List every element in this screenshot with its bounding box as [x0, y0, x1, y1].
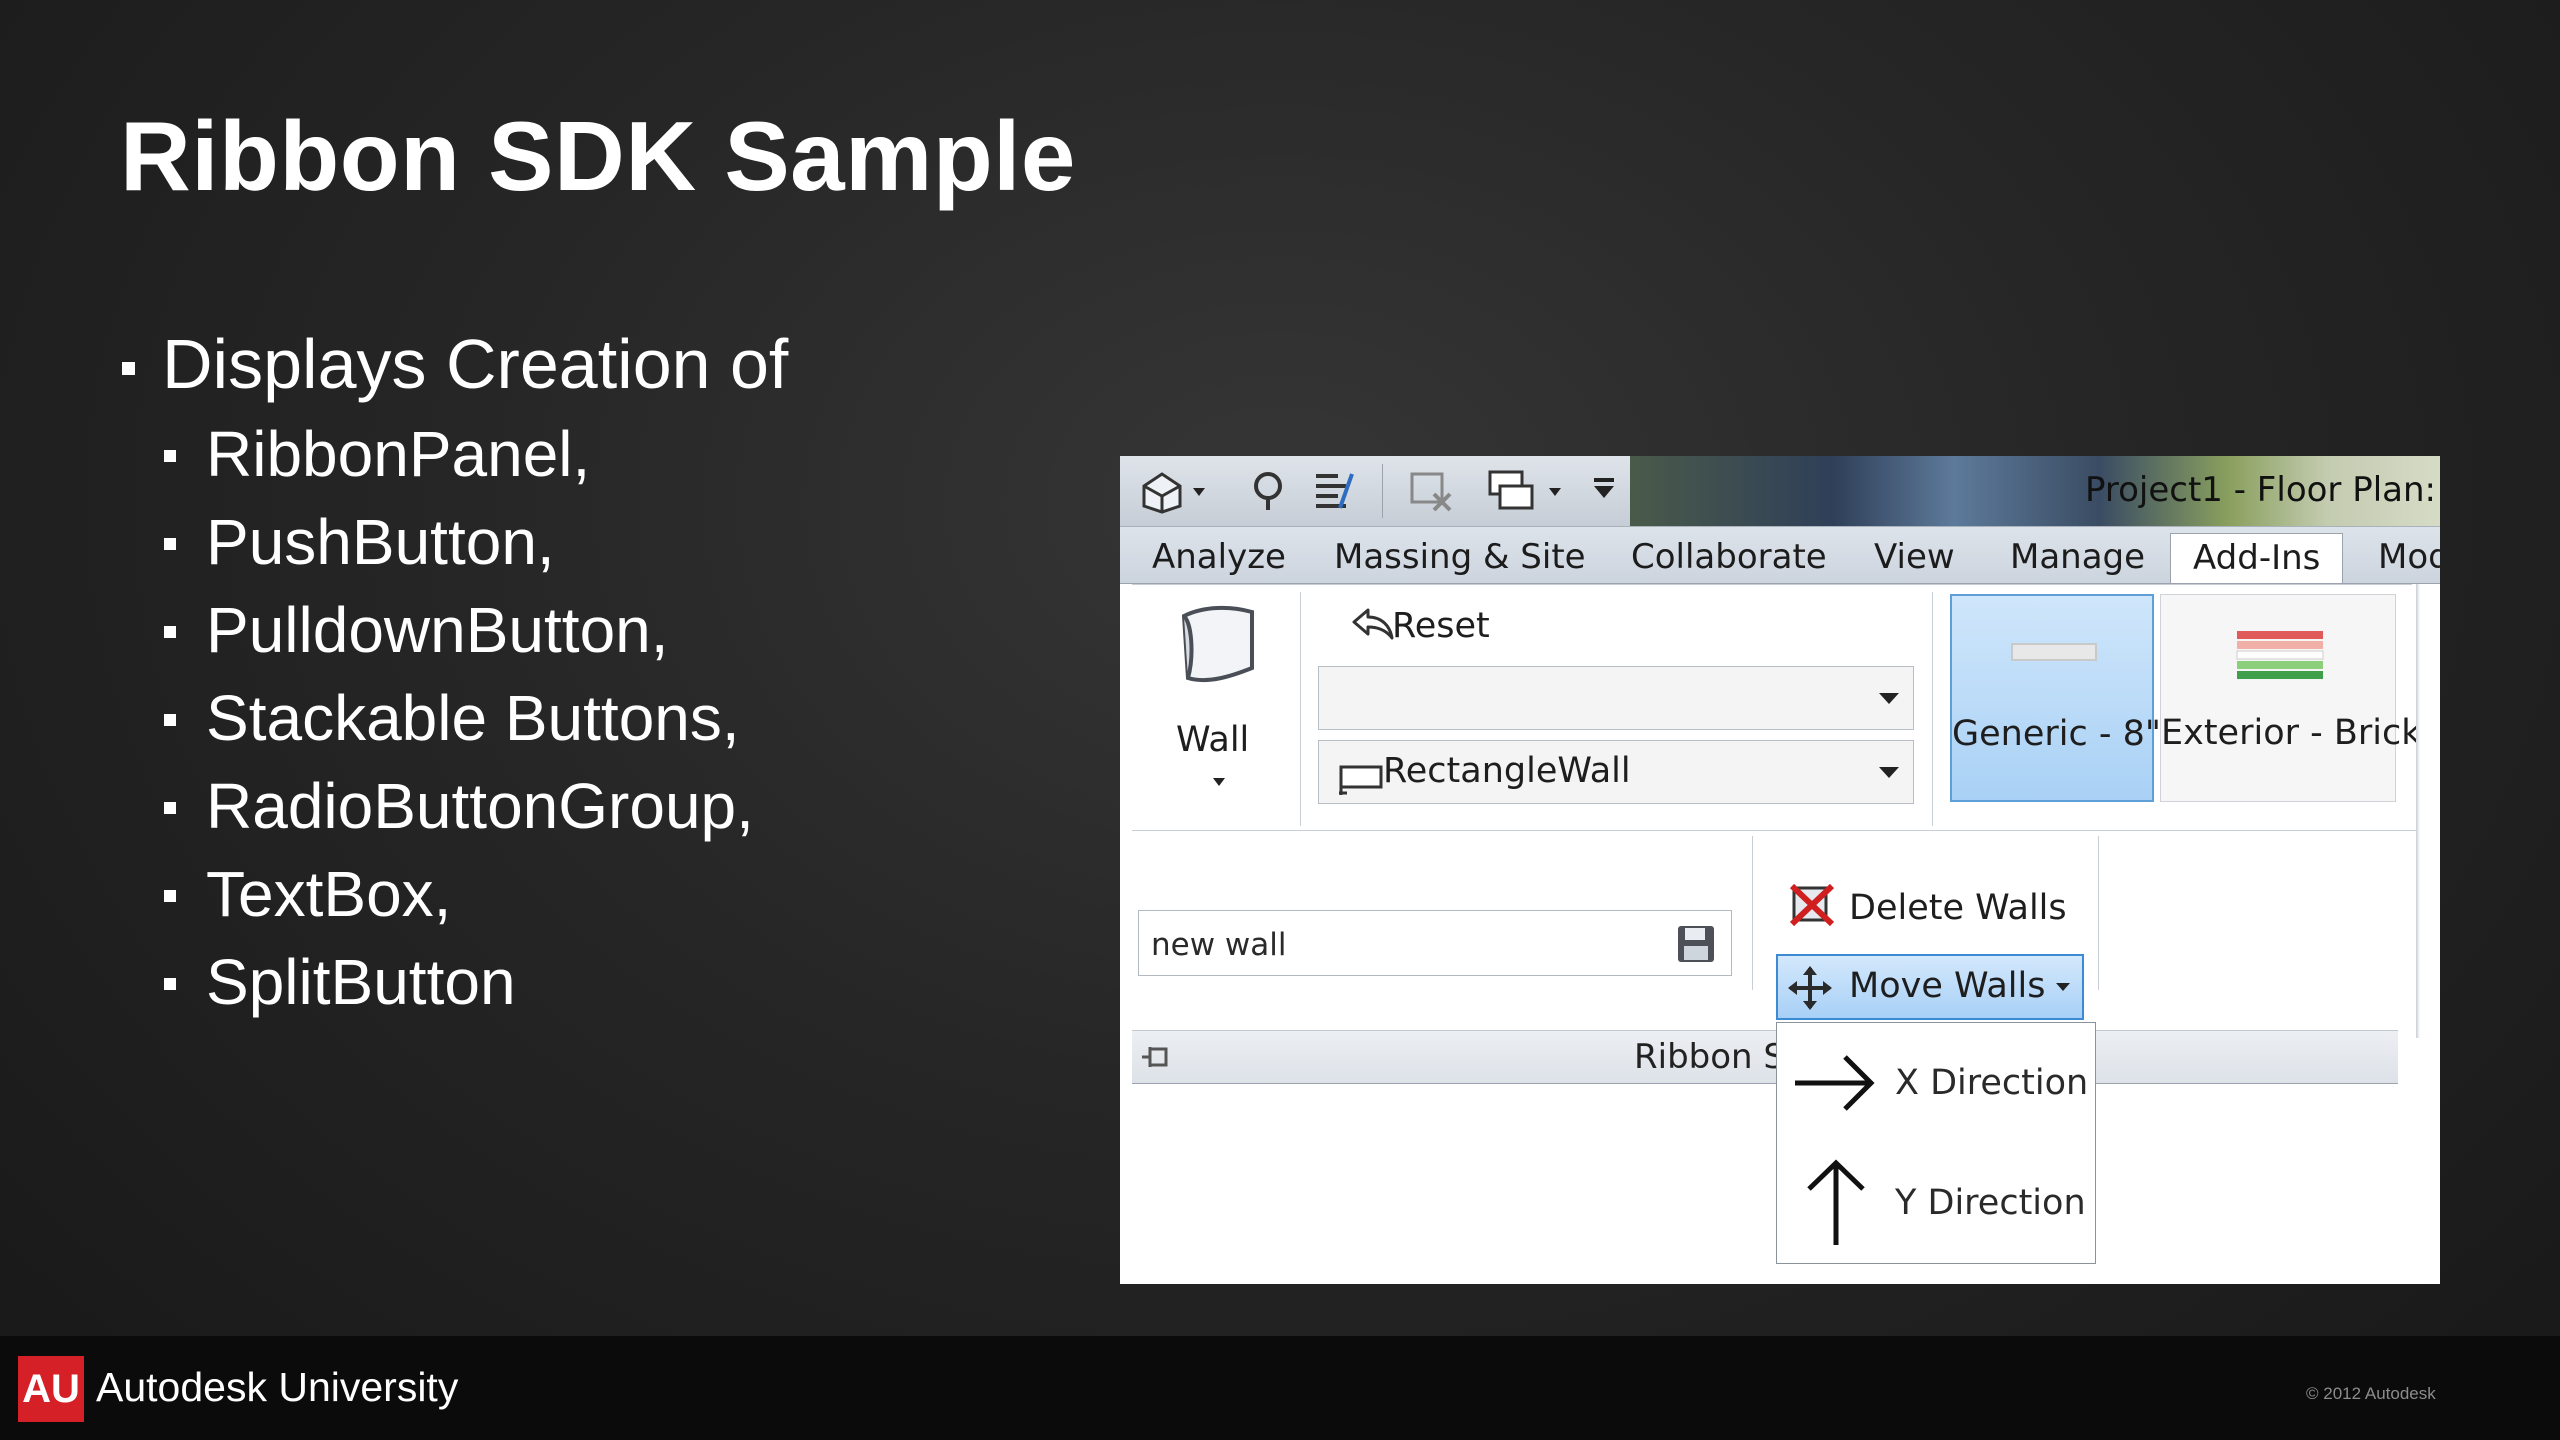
rectangle-wall-combo-box[interactable]: RectangleWall [1318, 740, 1914, 804]
sub-bullet-radiobuttongroup: RadioButtonGroup, [120, 762, 788, 850]
ribbon-panel-name: Ribbon S [1634, 1037, 1785, 1077]
brick-wall-icon [2235, 629, 2325, 685]
pin-icon[interactable] [1138, 1041, 1174, 1075]
window-title-bar: Project1 - Floor Plan: [1630, 456, 2440, 526]
new-wall-textbox-value: new wall [1151, 927, 1287, 963]
radio-generic-8-label: Generic - 8" [1952, 714, 2161, 754]
chevron-down-icon[interactable] [1548, 482, 1562, 501]
reset-button[interactable]: Reset [1326, 596, 1526, 656]
reset-button-label: Reset [1392, 606, 1490, 646]
undo-arrow-icon [1350, 604, 1396, 648]
tab-modify[interactable]: Mod [2378, 537, 2440, 577]
quick-access-toolbar: Project1 - Floor Plan: [1120, 456, 2440, 527]
sub-bullet-textbox: TextBox, [120, 850, 788, 938]
tab-massing-site[interactable]: Massing & Site [1334, 537, 1586, 577]
menu-item-y-direction[interactable]: Y Direction [1777, 1141, 2095, 1257]
delete-walls-button[interactable]: Delete Walls [1776, 872, 2076, 932]
wall-type-icon [2010, 638, 2098, 672]
radio-generic-8[interactable]: Generic - 8" [1950, 594, 2161, 802]
close-hidden-icon[interactable] [1408, 468, 1458, 518]
radio-exterior-brick[interactable]: Exterior - Brick [2160, 594, 2422, 802]
wall-button-label: Wall [1176, 720, 1250, 760]
brand-name: Autodesk University [96, 1364, 459, 1410]
chevron-down-icon[interactable] [2056, 983, 2070, 991]
move-icon [1786, 964, 1834, 1016]
move-walls-split-button[interactable]: Move Walls [1776, 954, 2084, 1020]
window-title: Project1 - Floor Plan: [2084, 470, 2436, 510]
bullet-displays-creation: Displays Creation of [120, 318, 788, 410]
new-wall-textbox[interactable]: new wall [1138, 910, 1732, 976]
sub-bullet-splitbutton: SplitButton [120, 938, 788, 1026]
tab-collaborate[interactable]: Collaborate [1631, 537, 1827, 577]
ribbon-tabs: Analyze Massing & Site Collaborate View … [1120, 527, 2440, 584]
chevron-down-icon[interactable] [1192, 482, 1206, 501]
chevron-down-icon [1212, 772, 1226, 791]
copyright-text: © 2012 Autodesk [2306, 1384, 2436, 1403]
menu-item-x-direction[interactable]: X Direction [1777, 1023, 2095, 1139]
y-direction-label: Y Direction [1895, 1183, 2086, 1223]
radio-exterior-brick-label: Exterior - Brick [2161, 713, 2422, 753]
x-direction-label: X Direction [1895, 1063, 2089, 1103]
move-walls-menu: X Direction Y Direction [1776, 1022, 2096, 1264]
rectangle-wall-combo-value: RectangleWall [1383, 751, 1631, 791]
ribbon-panel-title-bar: Ribbon S [1132, 1030, 2398, 1084]
tab-view[interactable]: View [1874, 537, 1955, 577]
empty-combo-box[interactable] [1318, 666, 1914, 730]
sub-bullet-pushbutton: PushButton, [120, 498, 788, 586]
rectangle-wall-icon [1337, 763, 1383, 801]
measure-icon[interactable] [1248, 468, 1292, 518]
move-walls-label: Move Walls [1849, 966, 2046, 1006]
customize-icon[interactable] [1592, 476, 1616, 504]
arrow-right-icon [1791, 1043, 1881, 1127]
chevron-down-icon[interactable] [1879, 693, 1899, 704]
revit-ribbon-screenshot: Project1 - Floor Plan: Analyze Massing &… [1120, 456, 2440, 1284]
tab-add-ins[interactable]: Add-Ins [2170, 533, 2344, 583]
home-icon[interactable] [1138, 468, 1186, 518]
tab-manage[interactable]: Manage [2010, 537, 2145, 577]
slide-title: Ribbon SDK Sample [120, 101, 1076, 211]
delete-walls-label: Delete Walls [1849, 888, 2067, 928]
sub-bullet-stackable-buttons: Stackable Buttons, [120, 674, 788, 762]
switch-windows-icon[interactable] [1486, 468, 1538, 520]
tab-analyze[interactable]: Analyze [1152, 537, 1286, 577]
delete-icon [1788, 882, 1836, 932]
tag-icon[interactable] [1312, 468, 1366, 518]
ribbon-edge [2416, 584, 2440, 1284]
save-icon[interactable] [1675, 923, 1717, 969]
bullet-list: Displays Creation of RibbonPanel, PushBu… [120, 318, 788, 1026]
wall-icon [1170, 598, 1266, 698]
sub-bullet-pulldownbutton: PulldownButton, [120, 586, 788, 674]
chevron-down-icon[interactable] [1879, 767, 1899, 778]
wall-pulldown-button[interactable]: Wall [1150, 594, 1290, 786]
sub-bullet-ribbonpanel: RibbonPanel, [120, 410, 788, 498]
ribbon-panel-body: Wall Reset RectangleWall Generic - 8" Ex… [1120, 584, 2422, 1084]
arrow-up-icon [1791, 1155, 1881, 1251]
slide-footer: AU Autodesk University © 2012 Autodesk [0, 1336, 2560, 1440]
au-logo: AU [18, 1356, 84, 1422]
